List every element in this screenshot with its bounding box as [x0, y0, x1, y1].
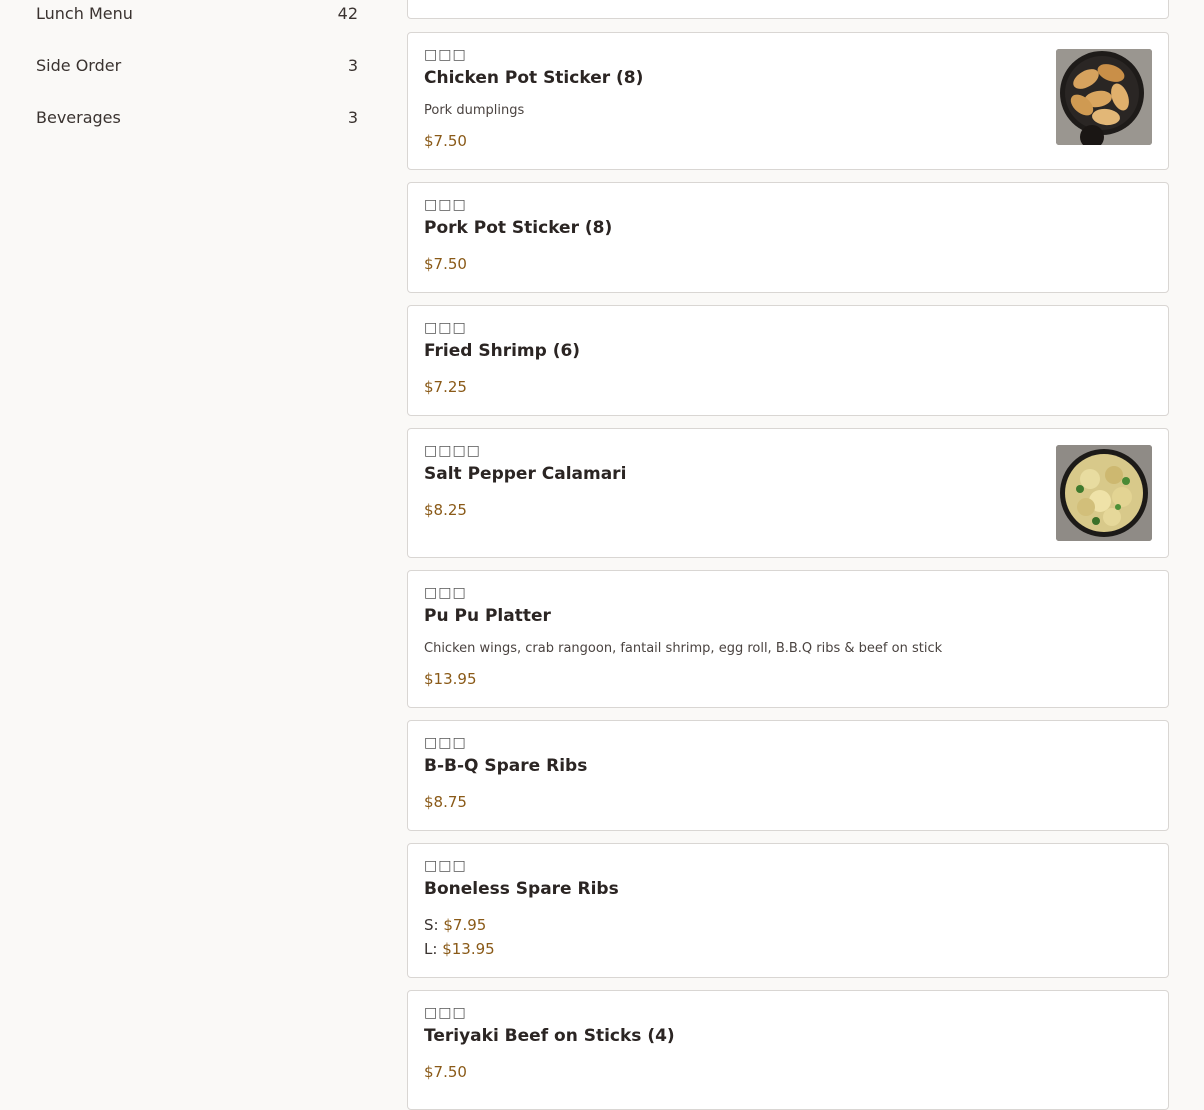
calamari-photo [1056, 445, 1152, 541]
item-chinese-name: □□□ [424, 197, 467, 213]
item-price: $7.25 [424, 378, 467, 396]
item-price: $8.75 [424, 793, 467, 811]
category-label: Lunch Menu [36, 3, 133, 23]
item-chinese-name: □□□ [424, 735, 467, 751]
item-chinese-name: □□□□ [424, 443, 481, 459]
item-price-large: L: $13.95 [424, 940, 495, 958]
item-chinese-name: □□□ [424, 47, 467, 63]
item-price: $7.50 [424, 132, 467, 150]
item-chinese-name: □□□ [424, 858, 467, 874]
item-price: $8.25 [424, 501, 467, 519]
category-side-order[interactable]: Side Order 3 [36, 50, 358, 80]
menu-list: □□□ Chicken Pot Sticker (8) Pork dumplin… [383, 0, 1204, 1110]
item-chinese-name: □□□ [424, 585, 467, 601]
item-price-small: S: $7.95 [424, 916, 486, 934]
category-lunch-menu[interactable]: Lunch Menu 42 [36, 0, 358, 28]
category-label: Side Order [36, 55, 122, 75]
price-value: $7.95 [443, 916, 487, 934]
item-name: Salt Pepper Calamari [424, 464, 627, 484]
item-price: $7.50 [424, 255, 467, 273]
item-name: Chicken Pot Sticker (8) [424, 68, 644, 88]
item-name: Pu Pu Platter [424, 606, 551, 626]
item-description: Pork dumplings [424, 103, 525, 118]
menu-item-card[interactable]: □□□ Fried Shrimp (6) $7.25 [407, 305, 1169, 416]
menu-item-card[interactable]: □□□ Pork Pot Sticker (8) $7.50 [407, 182, 1169, 293]
item-name: Teriyaki Beef on Sticks (4) [424, 1026, 675, 1046]
menu-item-card[interactable]: □□□ Chicken Pot Sticker (8) Pork dumplin… [407, 32, 1169, 170]
item-chinese-name: □□□ [424, 1005, 467, 1021]
item-chinese-name: □□□ [424, 320, 467, 336]
item-name: B-B-Q Spare Ribs [424, 756, 588, 776]
category-count: 3 [347, 55, 358, 75]
menu-item-card[interactable]: □□□□ Salt Pepper Calamari $8.25 [407, 428, 1169, 558]
menu-item-card[interactable] [407, 0, 1169, 19]
category-count: 3 [347, 107, 358, 127]
item-description: Chicken wings, crab rangoon, fantail shr… [424, 641, 943, 656]
pot-sticker-photo [1056, 49, 1152, 145]
category-sidebar: Lunch Menu 42 Side Order 3 Beverages 3 [0, 0, 383, 1094]
item-price: $7.50 [424, 1063, 467, 1081]
price-value: $13.95 [442, 940, 495, 958]
category-count: 42 [337, 3, 358, 23]
menu-item-card[interactable]: □□□ B-B-Q Spare Ribs $8.75 [407, 720, 1169, 831]
item-name: Boneless Spare Ribs [424, 879, 619, 899]
item-price: $13.95 [424, 670, 477, 688]
menu-item-card[interactable]: □□□ Boneless Spare Ribs S: $7.95 L: $13.… [407, 843, 1169, 978]
category-label: Beverages [36, 107, 121, 127]
menu-item-card[interactable]: □□□ Teriyaki Beef on Sticks (4) $7.50 [407, 990, 1169, 1110]
item-name: Fried Shrimp (6) [424, 341, 581, 361]
item-name: Pork Pot Sticker (8) [424, 218, 613, 238]
price-size-label: L: [424, 940, 438, 958]
category-beverages[interactable]: Beverages 3 [36, 102, 358, 132]
menu-item-card[interactable]: □□□ Pu Pu Platter Chicken wings, crab ra… [407, 570, 1169, 708]
price-size-label: S: [424, 916, 439, 934]
